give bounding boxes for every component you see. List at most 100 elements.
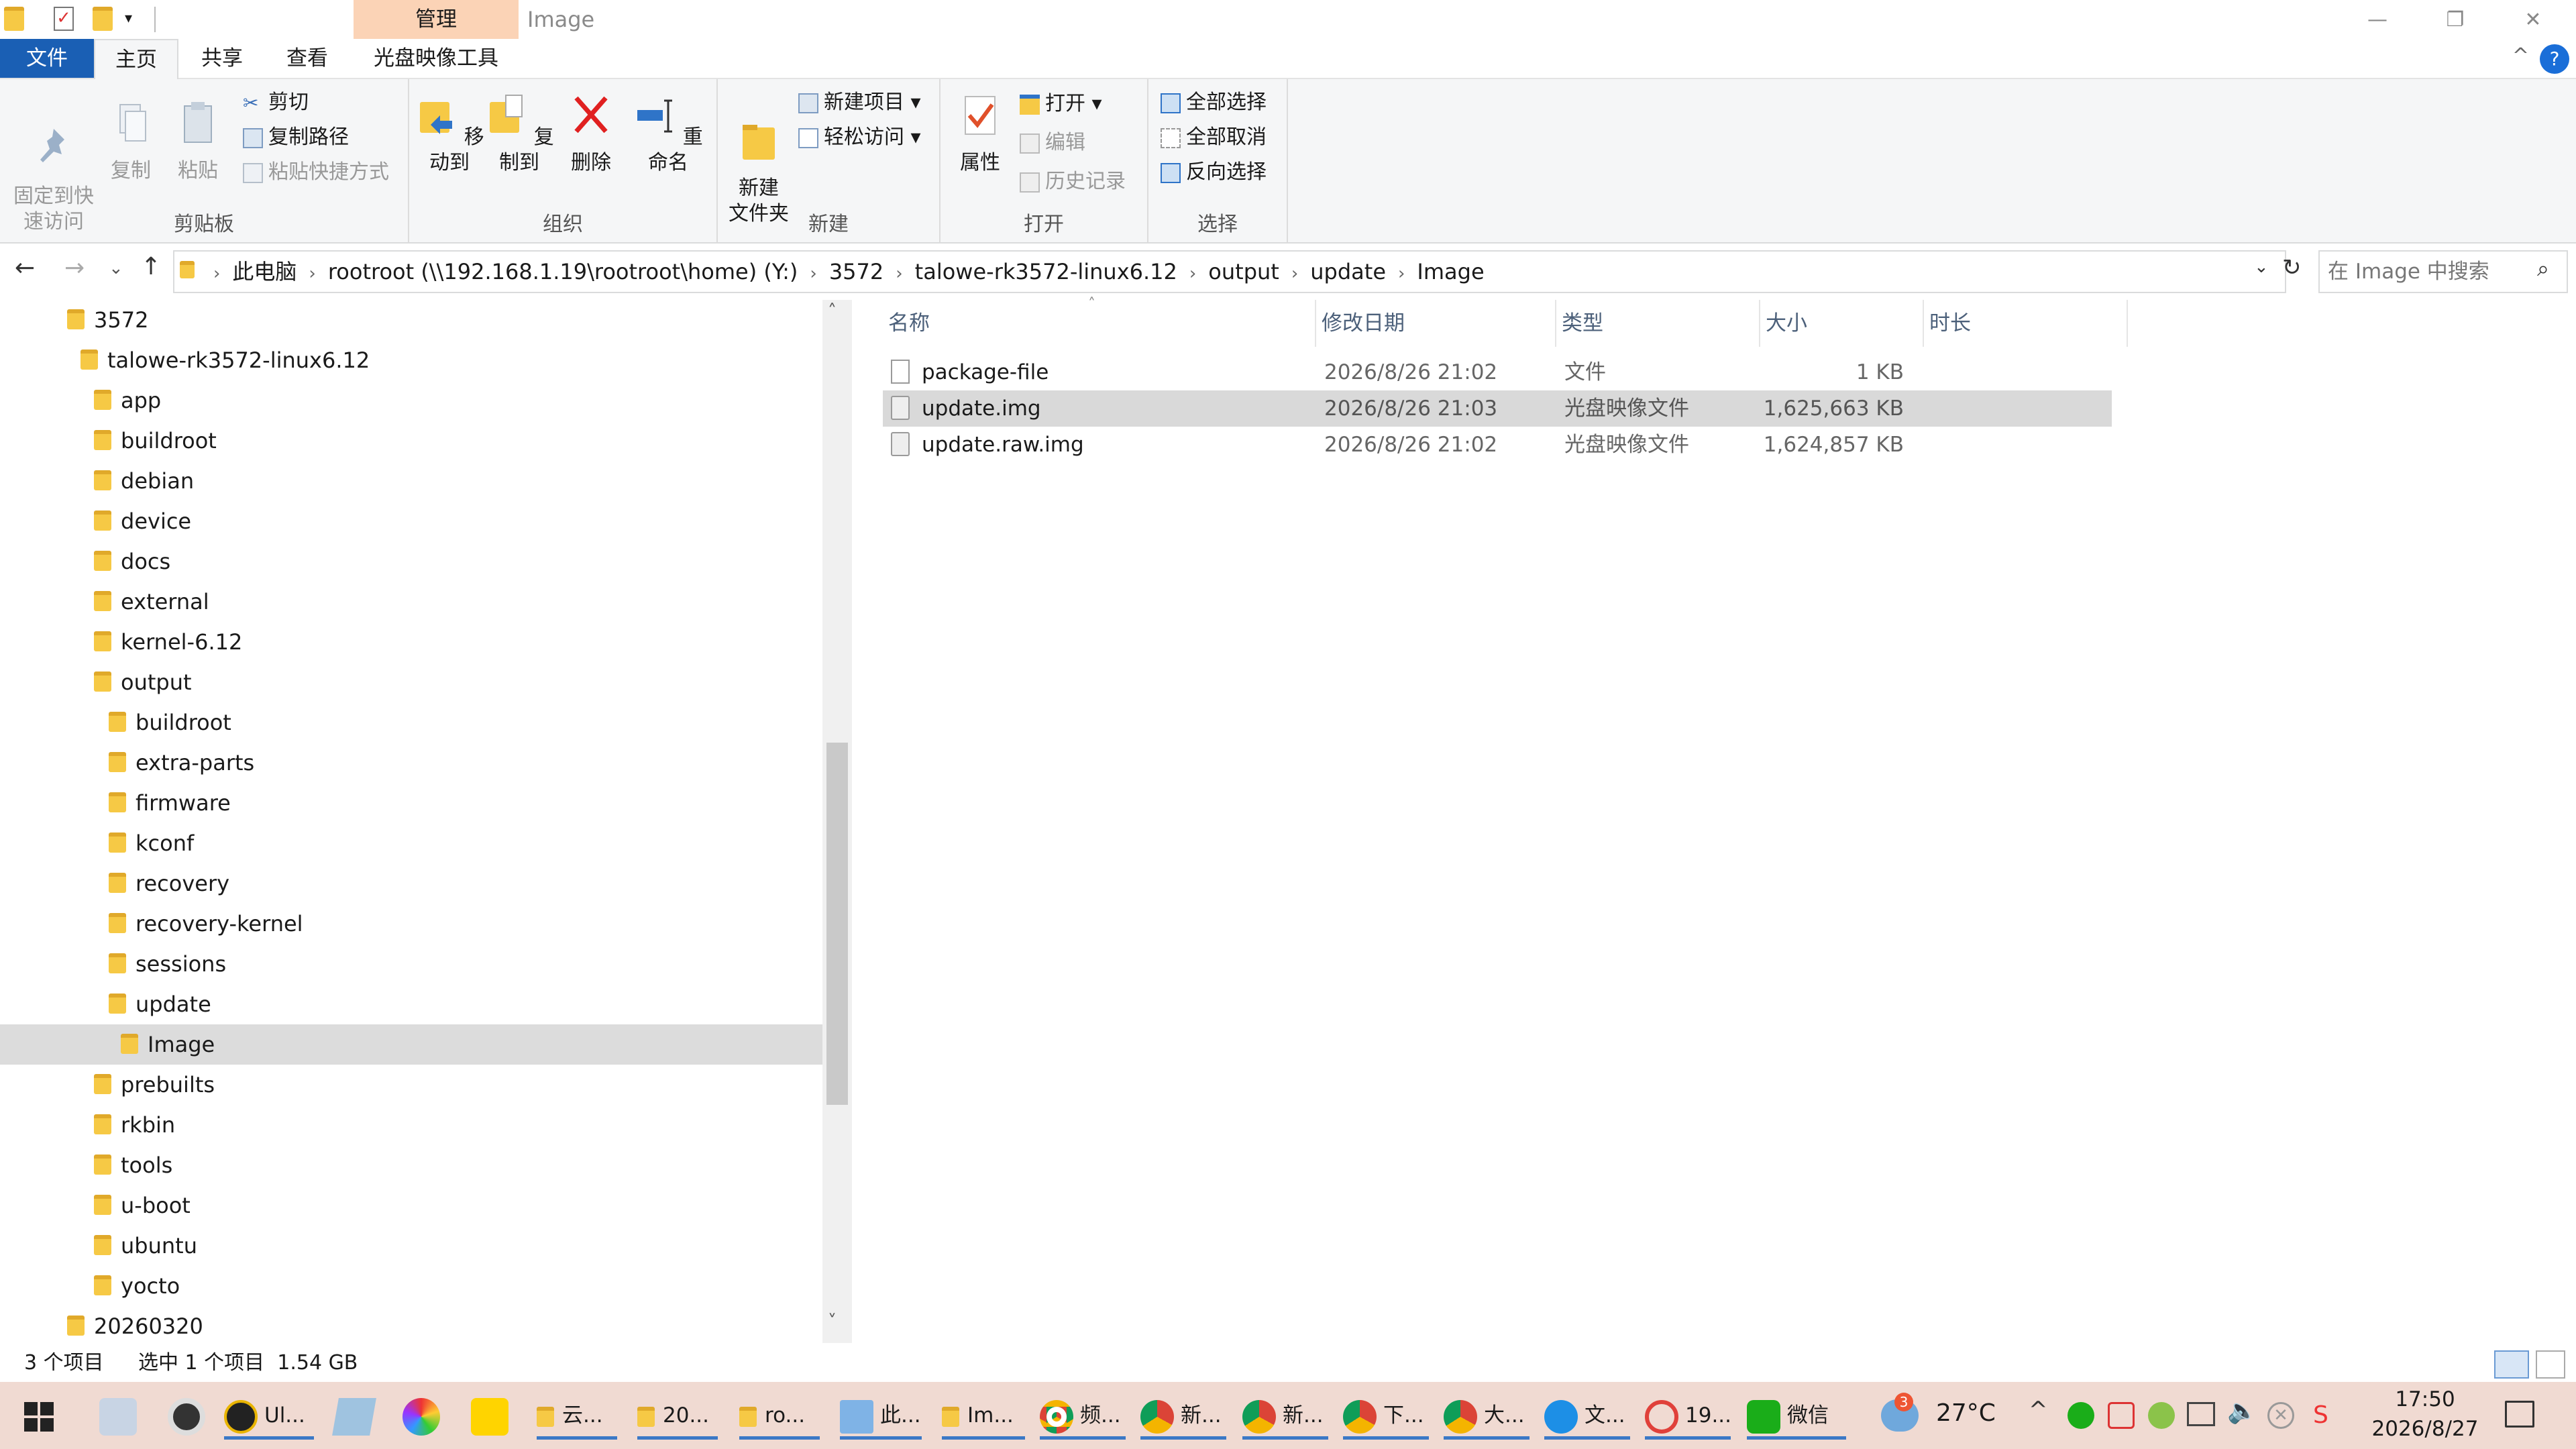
nav-item[interactable]: update — [0, 984, 822, 1024]
new-item-button[interactable]: 新建项目 ▾ — [798, 87, 921, 118]
column-name[interactable]: 名称 — [883, 300, 1316, 347]
nav-item[interactable]: rkbin — [0, 1105, 822, 1145]
taskbar-app-spiral[interactable]: 19... — [1645, 1390, 1731, 1441]
nav-item[interactable]: buildroot — [0, 421, 822, 461]
tab-view[interactable]: 查看 — [265, 39, 350, 78]
volume-icon[interactable]: 🔈 — [2227, 1397, 2257, 1425]
copy-button[interactable]: 复制 — [101, 99, 161, 184]
breadcrumb-item[interactable]: 3572 — [829, 259, 883, 284]
new-folder-icon[interactable] — [93, 7, 113, 31]
taskbar-app-chrome-4[interactable]: 下... — [1343, 1390, 1429, 1441]
taskbar-app-folder-2[interactable]: 20... — [637, 1390, 718, 1441]
quick-access-dropdown-icon[interactable]: ▾ — [125, 7, 145, 31]
details-view-icon[interactable] — [2494, 1350, 2529, 1379]
breadcrumb-item[interactable]: talowe-rk3572-linux6.12 — [915, 259, 1177, 284]
nav-item[interactable]: talowe-rk3572-linux6.12 — [0, 340, 822, 380]
nav-item[interactable]: buildroot — [0, 702, 822, 743]
nav-item[interactable]: 3572 — [0, 300, 822, 340]
taskbar-app-ultraedit[interactable]: Ul... — [224, 1390, 314, 1441]
breadcrumb[interactable]: › 此电脑 › rootroot (\\192.168.1.19\rootroot\h… — [201, 250, 1485, 293]
move-to-button[interactable]: 移动到 — [415, 91, 484, 176]
nav-item[interactable]: yocto — [0, 1266, 822, 1306]
recent-locations-chevron-icon[interactable]: ⌄ — [109, 258, 123, 278]
windows-start-icon[interactable] — [24, 1402, 54, 1432]
edit-button[interactable]: 编辑 — [1020, 127, 1085, 158]
tab-share[interactable]: 共享 — [180, 39, 264, 78]
maximize-button[interactable]: ❐ — [2435, 7, 2475, 34]
taskbar-app-this-pc[interactable]: 此... — [840, 1390, 922, 1441]
nav-item[interactable]: prebuilts — [0, 1065, 822, 1105]
nav-item[interactable]: device — [0, 501, 822, 541]
notification-center-icon[interactable] — [2505, 1401, 2534, 1428]
show-hidden-icons-chevron-icon[interactable]: ^ — [2029, 1397, 2048, 1424]
back-arrow-icon[interactable]: ← — [15, 254, 35, 282]
nav-item[interactable]: extra-parts — [0, 743, 822, 783]
cut-button[interactable]: ✂ 剪切 — [243, 87, 309, 118]
file-row-selected[interactable]: update.img 2026/8/26 21:03 光盘映像文件 1,625,… — [883, 390, 2112, 427]
delete-button[interactable]: 删除 — [561, 91, 621, 176]
input-method-icon[interactable]: S — [2313, 1402, 2340, 1429]
taskbar-app-chrome-2[interactable]: 新... — [1140, 1390, 1226, 1441]
notepad-app-icon[interactable] — [332, 1398, 376, 1436]
nav-scrollbar-thumb[interactable] — [826, 743, 848, 1105]
scroll-up-icon[interactable]: ˄ — [828, 301, 837, 321]
disabled-tray-icon[interactable]: ✕ — [2267, 1402, 2294, 1429]
taskbar-app-chrome-1[interactable]: 频... — [1040, 1390, 1126, 1441]
weather-temperature[interactable]: 27°C — [1936, 1399, 1996, 1427]
taskbar-app-wechat[interactable]: 微信 — [1747, 1390, 1846, 1441]
breadcrumb-item[interactable]: rootroot (\\192.168.1.19\rootroot\home) … — [328, 259, 798, 284]
properties-check-icon[interactable]: ✓ — [54, 7, 74, 31]
column-size[interactable]: 大小 — [1760, 300, 1924, 347]
paste-shortcut-button[interactable]: 粘贴快捷方式 — [243, 157, 389, 188]
nav-item[interactable]: u-boot — [0, 1185, 822, 1226]
collapse-ribbon-icon[interactable]: ^ — [2512, 44, 2529, 68]
security-tray-icon[interactable] — [2108, 1402, 2135, 1429]
nav-item[interactable]: 20260320 — [0, 1306, 822, 1346]
breadcrumb-item[interactable]: 此电脑 — [232, 259, 297, 284]
breadcrumb-item[interactable]: output — [1208, 259, 1279, 284]
invert-selection-button[interactable]: 反向选择 — [1161, 157, 1267, 188]
nav-item[interactable]: recovery-kernel — [0, 904, 822, 944]
large-icons-view-icon[interactable] — [2536, 1350, 2565, 1379]
help-icon[interactable]: ? — [2540, 44, 2569, 74]
taskbar-app-folder-image[interactable]: Im... — [942, 1390, 1025, 1441]
nav-item[interactable]: app — [0, 380, 822, 421]
nav-item[interactable]: debian — [0, 461, 822, 501]
breadcrumb-item[interactable]: update — [1310, 259, 1386, 284]
nav-item[interactable]: output — [0, 662, 822, 702]
nav-item[interactable]: sessions — [0, 944, 822, 984]
breadcrumb-item[interactable]: Image — [1417, 259, 1484, 284]
minimize-button[interactable]: — — [2357, 7, 2398, 34]
paste-button[interactable]: 粘贴 — [168, 99, 228, 184]
scroll-down-icon[interactable]: ˅ — [828, 1311, 837, 1332]
taskbar-app-folder-1[interactable]: 云... — [537, 1390, 617, 1441]
tab-file[interactable]: 文件 — [0, 39, 94, 78]
network-icon[interactable] — [2187, 1402, 2215, 1426]
nav-item[interactable]: recovery — [0, 863, 822, 904]
nav-item[interactable]: firmware — [0, 783, 822, 823]
close-button[interactable]: ✕ — [2513, 7, 2553, 34]
column-duration[interactable]: 时长 — [1924, 300, 2128, 347]
tab-disc-image-tools[interactable]: 光盘映像工具 — [354, 39, 519, 78]
copy-to-button[interactable]: 复制到 — [484, 91, 554, 176]
nav-item[interactable]: ubuntu — [0, 1226, 822, 1266]
sync-tray-icon[interactable] — [2148, 1402, 2175, 1429]
open-button[interactable]: 打开 ▾ — [1020, 89, 1102, 119]
manage-tab[interactable]: 管理 — [354, 0, 519, 39]
file-row[interactable]: update.raw.img 2026/8/26 21:02 光盘映像文件 1,… — [883, 427, 2112, 463]
color-app-icon[interactable] — [402, 1398, 440, 1436]
file-row[interactable]: package-file 2026/8/26 21:02 文件 1 KB — [883, 354, 2112, 390]
player-app-icon[interactable] — [471, 1398, 508, 1436]
easy-access-button[interactable]: 轻松访问 ▾ — [798, 122, 921, 153]
clock-time[interactable]: 17:50 — [2388, 1387, 2462, 1411]
taskbar-app-browser[interactable]: 文... — [1544, 1390, 1630, 1441]
address-dropdown-icon[interactable]: ⌄ — [2254, 257, 2269, 277]
clock-date[interactable]: 2026/8/27 — [2368, 1417, 2482, 1441]
nav-item[interactable]: kconf — [0, 823, 822, 863]
taskbar-app-folder-3[interactable]: ro... — [739, 1390, 820, 1441]
history-button[interactable]: 历史记录 — [1020, 166, 1126, 197]
toolbox-app-icon[interactable] — [99, 1398, 137, 1436]
rename-button[interactable]: 重命名 — [628, 91, 708, 176]
media-app-icon[interactable] — [168, 1398, 205, 1436]
nav-item[interactable]: Image — [0, 1024, 822, 1065]
